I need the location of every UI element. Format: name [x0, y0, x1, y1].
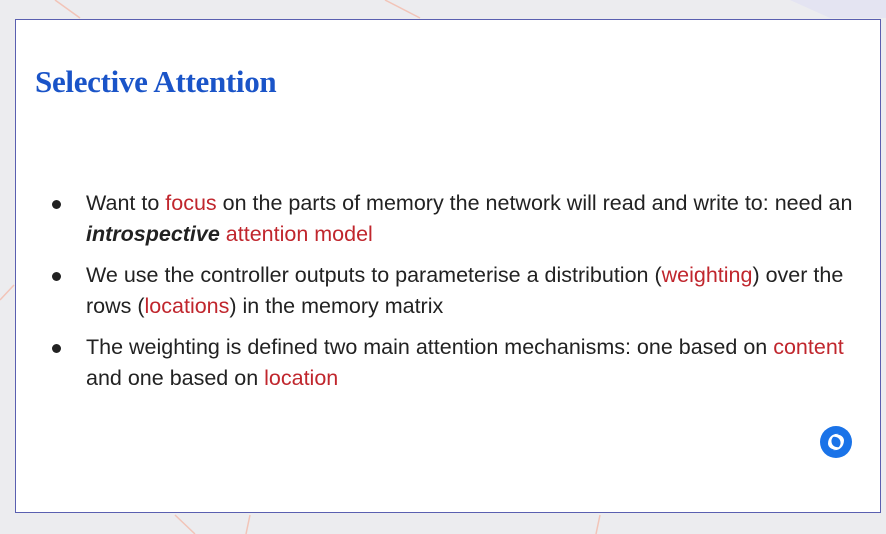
- bullet-text: Want to: [86, 191, 166, 215]
- slide: Selective Attention Want to focus on the…: [15, 19, 881, 513]
- bullet-text: on the parts of memory the network will …: [216, 191, 853, 215]
- deepmind-logo-icon: [820, 426, 852, 458]
- bullet-text: and one based on: [86, 366, 265, 390]
- bullet-item: We use the controller outputs to paramet…: [52, 260, 856, 322]
- slide-title: Selective Attention: [35, 64, 277, 99]
- bullet-text: The weighting is defined two main attent…: [86, 335, 774, 359]
- highlight-term: attention model: [219, 222, 373, 246]
- bullet-dot: [52, 344, 61, 353]
- highlight-term: weighting: [661, 263, 753, 287]
- highlight-term: locations: [144, 294, 230, 318]
- highlight-term: content: [773, 335, 844, 359]
- bullet-item: Want to focus on the parts of memory the…: [52, 188, 856, 250]
- bullet-list: Want to focus on the parts of memory the…: [52, 188, 856, 404]
- bullet-text: ) in the memory matrix: [229, 294, 444, 318]
- highlight-term: focus: [165, 191, 217, 215]
- bullet-dot: [52, 200, 61, 209]
- bullet-dot: [52, 272, 61, 281]
- bullet-item: The weighting is defined two main attent…: [52, 332, 856, 394]
- emphasis-term: introspective: [86, 222, 220, 246]
- bullet-text: We use the controller outputs to paramet…: [86, 263, 662, 287]
- highlight-term: location: [264, 366, 339, 390]
